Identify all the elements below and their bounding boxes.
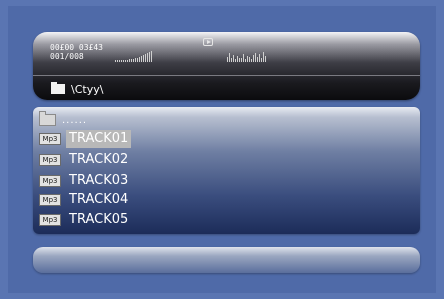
track-item[interactable]: Mp3 TRACK04 [39, 191, 131, 209]
spectrum-bar [245, 59, 246, 62]
mp3-icon: Mp3 [39, 154, 61, 166]
spectrum-bar [147, 53, 148, 62]
spectrum-bar [123, 60, 124, 62]
spectrum-bar [241, 58, 242, 62]
track-item[interactable]: Mp3 TRACK02 [39, 151, 131, 169]
play-icon [203, 38, 213, 46]
spectrum-bar [143, 55, 144, 62]
spectrum-bar [247, 56, 248, 62]
mp3-icon: Mp3 [39, 194, 61, 206]
spectrum-bar [263, 52, 264, 62]
now-playing-panel: 00£00 03£43 001/008 \Ctyy\ [33, 32, 420, 100]
spectrum-bar [249, 57, 250, 62]
spectrum-bar [243, 54, 244, 62]
spectrum-bar [129, 59, 130, 62]
track-name: TRACK03 [69, 173, 129, 188]
track-name: TRACK04 [69, 192, 129, 207]
spectrum-bar [117, 60, 118, 62]
track-name: TRACK05 [69, 212, 129, 227]
track-item[interactable]: Mp3 TRACK03 [39, 172, 131, 190]
spectrum-bar [255, 53, 256, 62]
spectrum-right [227, 50, 266, 62]
status-bar [33, 247, 420, 273]
current-folder: \Ctyy\ [51, 82, 103, 96]
spectrum-bar [135, 58, 136, 62]
spectrum-bar [139, 57, 140, 62]
elapsed-time: 00£00 03£43 [50, 43, 103, 52]
spectrum-bar [233, 55, 234, 62]
spectrum-bar [149, 52, 150, 62]
spectrum-bar [127, 60, 128, 62]
spectrum-bar [145, 54, 146, 62]
spectrum-bar [235, 59, 236, 62]
spectrum-bar [261, 58, 262, 62]
spectrum-bar [119, 60, 120, 62]
folder-icon [51, 82, 65, 94]
spectrum-bar [231, 58, 232, 62]
spectrum-bar [257, 57, 258, 62]
track-item[interactable]: Mp3 TRACK01 [39, 130, 132, 148]
mp3-icon: Mp3 [39, 133, 61, 145]
spectrum-bar [229, 53, 230, 62]
parent-folder-label: ...... [62, 114, 88, 126]
folder-up-icon [39, 111, 56, 126]
spectrum-bar [121, 60, 122, 62]
spectrum-bar [137, 58, 138, 62]
panel-divider [33, 75, 420, 76]
spectrum-bar [251, 59, 252, 62]
spectrum-bar [141, 56, 142, 62]
track-name: TRACK02 [69, 152, 129, 167]
spectrum-left [115, 50, 152, 62]
track-item[interactable]: Mp3 TRACK05 [39, 211, 131, 229]
spectrum-bar [265, 56, 266, 62]
spectrum-bar [237, 56, 238, 62]
spectrum-bar [227, 57, 228, 62]
spectrum-bar [253, 55, 254, 62]
spectrum-bar [125, 60, 126, 62]
spectrum-bar [131, 59, 132, 62]
file-list: ...... Mp3 TRACK01 Mp3 TRACK02 Mp3 TRACK… [33, 107, 420, 234]
mp3-icon: Mp3 [39, 175, 61, 187]
spectrum-bar [151, 51, 152, 62]
spectrum-bar [259, 54, 260, 62]
spectrum-bar [133, 59, 134, 62]
track-name: TRACK01 [66, 130, 132, 148]
current-path: \Ctyy\ [71, 82, 104, 96]
spectrum-bar [115, 60, 116, 62]
spectrum-bar [239, 58, 240, 62]
parent-folder-item[interactable]: ...... [39, 111, 87, 129]
mp3-icon: Mp3 [39, 214, 61, 226]
track-counter: 001/008 [50, 52, 84, 61]
